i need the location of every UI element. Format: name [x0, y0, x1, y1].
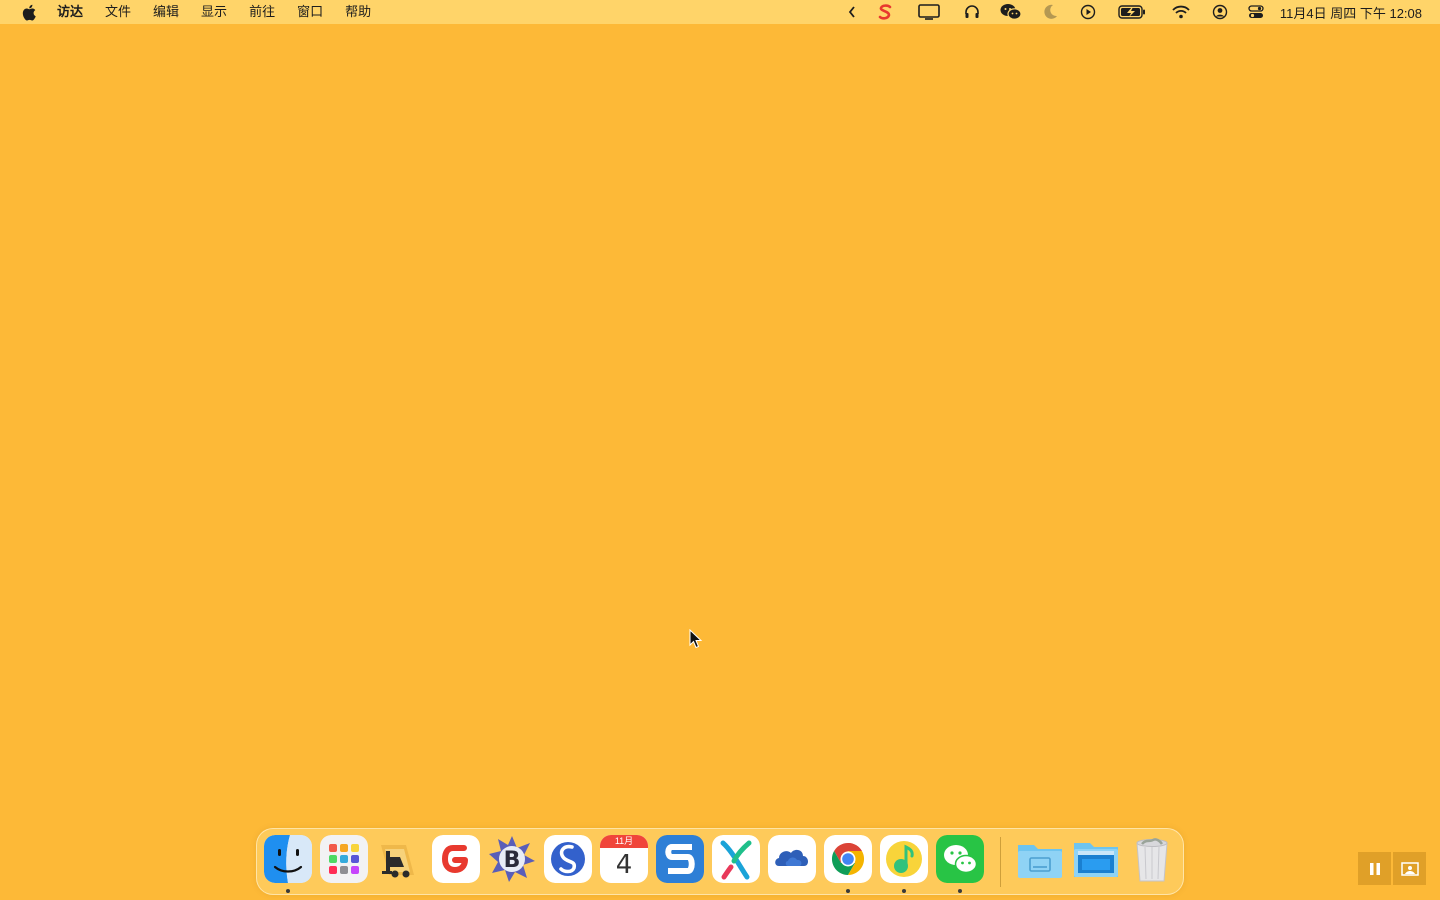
pause-icon[interactable]: [1358, 852, 1391, 885]
headphones-icon[interactable]: [964, 0, 980, 24]
running-indicator: [286, 889, 290, 893]
dock: B 11月 4: [256, 828, 1184, 895]
user-icon[interactable]: [1212, 0, 1228, 24]
dock-gitmind-icon[interactable]: [432, 835, 480, 883]
dock-calendar-icon[interactable]: 11月 4: [600, 835, 648, 883]
dock-wechat-icon[interactable]: [936, 835, 984, 883]
apple-menu-icon[interactable]: [20, 0, 38, 24]
menu-bar-clock[interactable]: 11月4日 周四 下午 12:08: [1280, 3, 1422, 22]
battery-charging-icon[interactable]: [1118, 0, 1146, 24]
menu-edit[interactable]: 编辑: [142, 0, 190, 24]
moon-icon[interactable]: [1044, 0, 1058, 24]
display-icon[interactable]: [918, 0, 940, 24]
wechat-icon[interactable]: [1000, 0, 1022, 24]
calendar-month: 11月: [600, 835, 648, 848]
dock-finder-icon[interactable]: [264, 835, 312, 883]
dock-onedrive-icon[interactable]: [768, 835, 816, 883]
menu-view[interactable]: 显示: [190, 0, 238, 24]
calendar-day: 4: [615, 850, 633, 880]
dock-downloads-folder-icon[interactable]: [1072, 835, 1120, 883]
dock-qq-music-icon[interactable]: [880, 835, 928, 883]
menu-go[interactable]: 前往: [238, 0, 286, 24]
dock-documents-folder-icon[interactable]: [1016, 835, 1064, 883]
dock-forklift-icon[interactable]: [376, 835, 424, 883]
menu-window[interactable]: 窗口: [286, 0, 334, 24]
dock-xmind-icon[interactable]: [712, 835, 760, 883]
play-circle-icon[interactable]: [1080, 0, 1096, 24]
dock-sogou-icon[interactable]: [656, 835, 704, 883]
dock-separator: [1000, 837, 1001, 887]
menu-file[interactable]: 文件: [94, 0, 142, 24]
menu-bar-right: 11月4日 周四 下午 12:08: [840, 0, 1440, 24]
menu-bar-left: 访达 文件 编辑 显示 前往 窗口 帮助: [0, 0, 382, 24]
chevron-left-icon[interactable]: [848, 0, 856, 24]
menu-help[interactable]: 帮助: [334, 0, 382, 24]
picture-icon[interactable]: [1393, 852, 1426, 885]
running-indicator: [846, 889, 850, 893]
wifi-icon[interactable]: [1172, 0, 1190, 24]
svg-text:B: B: [504, 848, 521, 873]
control-center-icon[interactable]: [1248, 0, 1264, 24]
dock-trash-icon[interactable]: [1128, 835, 1176, 883]
dock-launchpad-icon[interactable]: [320, 835, 368, 883]
running-indicator: [958, 889, 962, 893]
dock-chrome-icon[interactable]: [824, 835, 872, 883]
mouse-pointer-icon: [689, 628, 703, 649]
dock-simplenote-icon[interactable]: [544, 835, 592, 883]
sogou-input-icon[interactable]: [878, 0, 892, 24]
menu-app-name[interactable]: 访达: [46, 0, 94, 24]
dock-bbedit-icon[interactable]: B: [488, 835, 536, 883]
menu-bar: 访达 文件 编辑 显示 前往 窗口 帮助 11月4日 周四 下午 12:08: [0, 0, 1440, 24]
running-indicator: [902, 889, 906, 893]
